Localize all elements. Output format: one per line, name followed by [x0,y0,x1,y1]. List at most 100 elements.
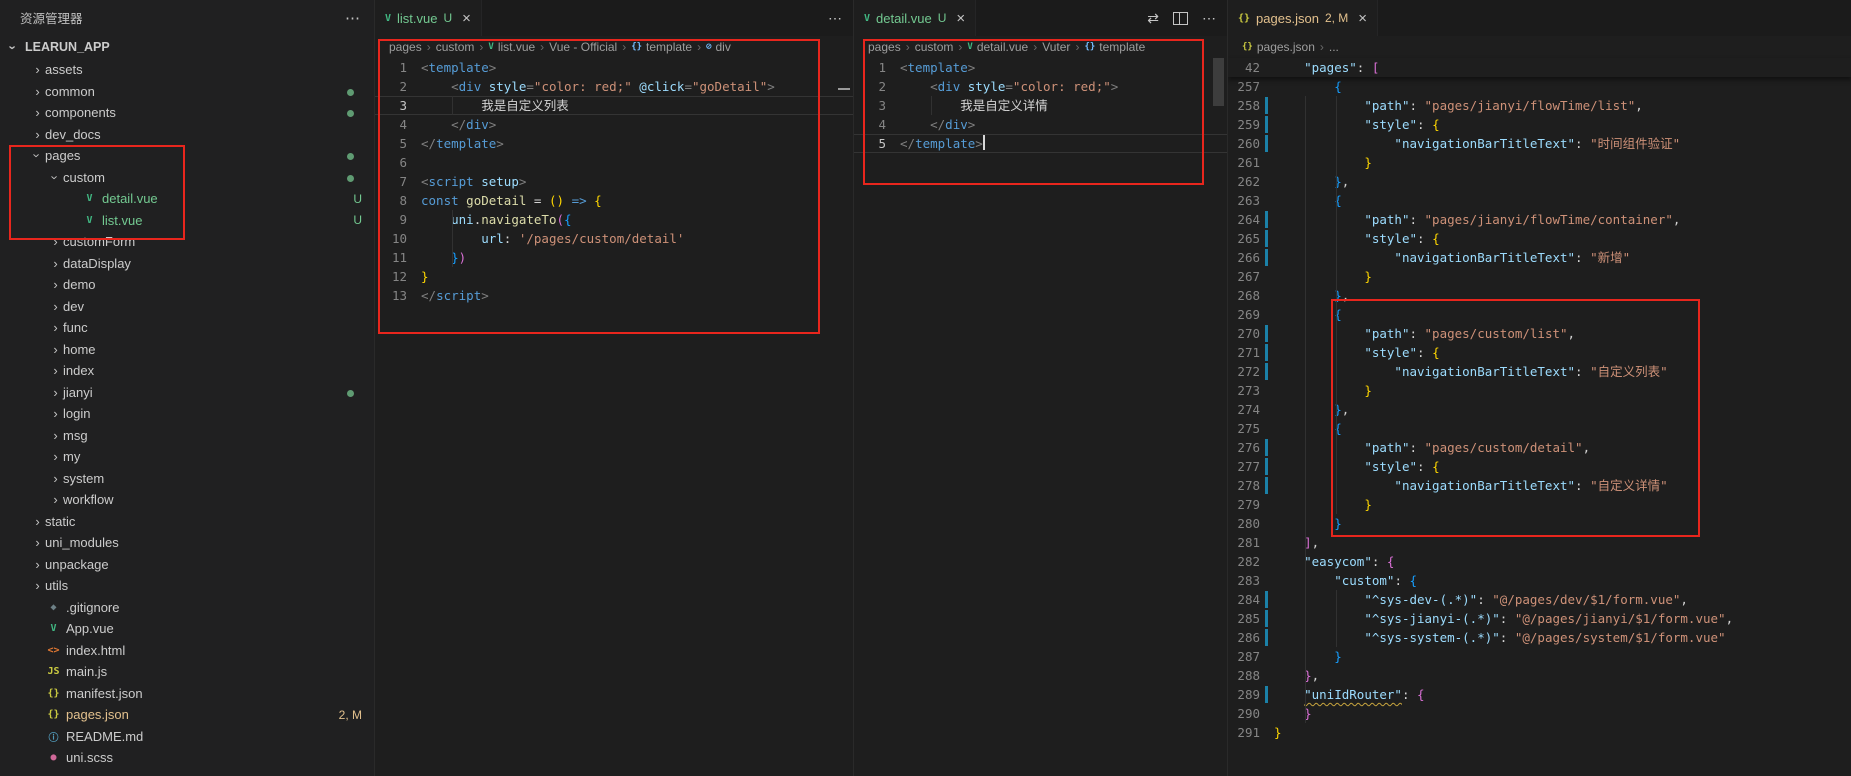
tree-item-unpackage[interactable]: unpackage [0,554,374,576]
code-line[interactable]: 278 "navigationBarTitleText": "自定义详情" [1228,476,1851,495]
code-line[interactable]: 284 "^sys-dev-(.*)": "@/pages/dev/$1/for… [1228,590,1851,609]
tree-item-list-vue[interactable]: Vlist.vueU [0,210,374,232]
tree-item-static[interactable]: static [0,511,374,533]
code-editor-pages-json[interactable]: 42 "pages": [257 {258 "path": "pages/jia… [1228,58,1851,742]
tree-item-customform[interactable]: customForm [0,231,374,253]
tree-item-pages-json[interactable]: {}pages.json2, M [0,704,374,726]
code-line[interactable]: 263 { [1228,191,1851,210]
code-line[interactable]: 267 } [1228,267,1851,286]
code-line[interactable]: 286 "^sys-system-(.*)": "@/pages/system/… [1228,628,1851,647]
tree-item-jianyi[interactable]: jianyi [0,382,374,404]
code-line[interactable]: 5</template> [854,134,1228,153]
breadcrumb-item-custom[interactable]: custom [436,40,475,54]
breadcrumb-item-custom[interactable]: custom [915,40,954,54]
code-editor-detail-vue[interactable]: 1<template>2 <div style="color: red;">3 … [854,58,1228,153]
breadcrumb-item-vuter[interactable]: Vuter [1042,40,1070,54]
code-editor-list-vue[interactable]: 1<template>2 <div style="color: red;" @c… [375,58,854,305]
code-line[interactable]: 266 "navigationBarTitleText": "新增" [1228,248,1851,267]
tree-item-func[interactable]: func [0,317,374,339]
code-line[interactable]: 257 { [1228,77,1851,96]
code-line[interactable]: 291} [1228,723,1851,742]
project-root[interactable]: LEARUN_APP [0,35,374,59]
tree-item-custom[interactable]: custom [0,167,374,189]
tree-item-assets[interactable]: assets [0,59,374,81]
code-line[interactable]: 1<template> [375,58,854,77]
code-line[interactable]: 285 "^sys-jianyi-(.*)": "@/pages/jianyi/… [1228,609,1851,628]
tree-item-components[interactable]: components [0,102,374,124]
code-line[interactable]: 12} [375,267,854,286]
tree-item-readme-md[interactable]: ⓘREADME.md [0,726,374,748]
sticky-scroll-line[interactable]: 42 "pages": [ [1228,58,1851,77]
code-line[interactable]: 275 { [1228,419,1851,438]
tree-item-pages[interactable]: pages [0,145,374,167]
code-line[interactable]: 1<template> [854,58,1228,77]
tree-item-gitignore[interactable]: ◆.gitignore [0,597,374,619]
code-line[interactable]: 289 "uniIdRouter": { [1228,685,1851,704]
close-icon[interactable]: × [462,11,471,26]
breadcrumb-item-pages[interactable]: pages [389,40,422,54]
breadcrumb-item-pages[interactable]: pages [868,40,901,54]
code-line[interactable]: 262 }, [1228,172,1851,191]
tree-item-workflow[interactable]: workflow [0,489,374,511]
code-line[interactable]: 290 } [1228,704,1851,723]
close-icon[interactable]: × [956,11,965,26]
tree-item-uni-scss[interactable]: ●uni.scss [0,747,374,769]
tree-item-detail-vue[interactable]: Vdetail.vueU [0,188,374,210]
tree-item-index[interactable]: index [0,360,374,382]
more-actions-icon[interactable]: ⋯ [828,11,842,25]
code-line[interactable]: 288 }, [1228,666,1851,685]
code-line[interactable]: 259 "style": { [1228,115,1851,134]
code-line[interactable]: 273 } [1228,381,1851,400]
code-line[interactable]: 271 "style": { [1228,343,1851,362]
code-line[interactable]: 269 { [1228,305,1851,324]
code-line[interactable]: 5</template> [375,134,854,153]
breadcrumb-item-[interactable]: ... [1329,40,1339,54]
code-line[interactable]: 282 "easycom": { [1228,552,1851,571]
more-actions-icon[interactable] [345,9,360,27]
scrollbar-slider[interactable] [1213,58,1224,106]
breadcrumb-item-div[interactable]: ⊘div [706,40,731,54]
breadcrumb-item-pages-json[interactable]: {}pages.json [1242,40,1315,54]
code-line[interactable]: 13</script> [375,286,854,305]
tree-item-dev-docs[interactable]: dev_docs [0,124,374,146]
tab-pages-json[interactable]: {}pages.json2, M× [1228,0,1378,36]
code-line[interactable]: 6 [375,153,854,172]
code-line[interactable]: 274 }, [1228,400,1851,419]
code-line[interactable]: 4 </div> [375,115,854,134]
tree-item-index-html[interactable]: <>index.html [0,640,374,662]
code-line[interactable]: 258 "path": "pages/jianyi/flowTime/list"… [1228,96,1851,115]
tree-item-home[interactable]: home [0,339,374,361]
code-line[interactable]: 280 } [1228,514,1851,533]
code-line[interactable]: 8const goDetail = () => { [375,191,854,210]
tree-item-msg[interactable]: msg [0,425,374,447]
code-line[interactable]: 272 "navigationBarTitleText": "自定义列表" [1228,362,1851,381]
tree-item-demo[interactable]: demo [0,274,374,296]
code-line[interactable]: 268 }, [1228,286,1851,305]
breadcrumb-item-detail-vue[interactable]: Vdetail.vue [967,40,1028,54]
code-line[interactable]: 276 "path": "pages/custom/detail", [1228,438,1851,457]
open-changes-icon[interactable]: ⇄ [1147,11,1159,25]
code-line[interactable]: 261 } [1228,153,1851,172]
tab-detail-vue[interactable]: Vdetail.vueU× [854,0,976,36]
code-line[interactable]: 3 我是自定义详情 [854,96,1228,115]
code-line[interactable]: 3 我是自定义列表 [375,96,854,115]
code-line[interactable]: 283 "custom": { [1228,571,1851,590]
code-line[interactable]: 264 "path": "pages/jianyi/flowTime/conta… [1228,210,1851,229]
tree-item-app-vue[interactable]: VApp.vue [0,618,374,640]
breadcrumb-item-vue-official[interactable]: Vue - Official [549,40,617,54]
code-line[interactable]: 9 uni.navigateTo({ [375,210,854,229]
tree-item-login[interactable]: login [0,403,374,425]
code-line[interactable]: 281 ], [1228,533,1851,552]
tree-item-dev[interactable]: dev [0,296,374,318]
breadcrumb-item-template[interactable]: {}template [1084,40,1145,54]
code-line[interactable]: 2 <div style="color: red;"> [854,77,1228,96]
tree-item-datadisplay[interactable]: dataDisplay [0,253,374,275]
code-line[interactable]: 11 }) [375,248,854,267]
tree-item-my[interactable]: my [0,446,374,468]
code-line[interactable]: 287 } [1228,647,1851,666]
code-line[interactable]: 2 <div style="color: red;" @click="goDet… [375,77,854,96]
code-line[interactable]: 4 </div> [854,115,1228,134]
code-line[interactable]: 270 "path": "pages/custom/list", [1228,324,1851,343]
code-line[interactable]: 260 "navigationBarTitleText": "时间组件验证" [1228,134,1851,153]
code-line[interactable]: 10 url: '/pages/custom/detail' [375,229,854,248]
